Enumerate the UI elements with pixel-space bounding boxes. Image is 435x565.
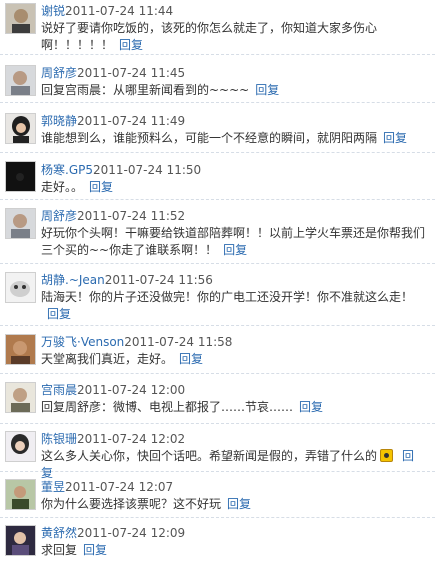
comment-list: 谢锐2011-07-24 11:44 说好了要请你吃饭的，该死的你怎么就走了，你… <box>0 0 435 565</box>
reply-link[interactable]: 回复 <box>383 131 407 145</box>
timestamp: 2011-07-24 12:07 <box>65 480 174 494</box>
username-link[interactable]: 郭晓静 <box>41 114 77 128</box>
username-link[interactable]: 万骏飞·Venson <box>41 335 124 349</box>
comment-item: 周舒彦2011-07-24 11:52 好玩你个头啊！干嘛要给铁道部陪葬啊！！以… <box>0 200 435 264</box>
comment-text: 求回复 <box>41 543 78 557</box>
comment-item: 万骏飞·Venson2011-07-24 11:58 天堂离我们真近，走好。 回复 <box>0 326 435 374</box>
username-link[interactable]: 杨寒.GP5 <box>41 163 93 177</box>
timestamp: 2011-07-24 12:09 <box>77 526 186 540</box>
reply-link[interactable]: 回复 <box>47 307 71 321</box>
avatar[interactable] <box>5 525 36 556</box>
avatar[interactable] <box>5 113 36 144</box>
comment-text: 谁能想到么，谁能预料么，可能一个不经意的瞬间，就阴阳两隔 <box>41 131 378 145</box>
username-link[interactable]: 胡静.~Jean <box>41 273 105 287</box>
comment-text: 天堂离我们真近，走好。 <box>41 352 174 366</box>
avatar[interactable] <box>5 208 36 239</box>
username-link[interactable]: 宫雨晨 <box>41 383 77 397</box>
comment-item: 周舒彦2011-07-24 11:45 回复宫雨晨：从哪里新闻看到的~~~~ 回复 <box>0 55 435 103</box>
comment-item: 宫雨晨2011-07-24 12:00 回复周舒彦：微博、电视上都报了……节哀…… <box>0 374 435 424</box>
avatar[interactable] <box>5 3 36 34</box>
comment-text: 你为什么要选择该票呢？这不好玩 <box>41 497 222 511</box>
reply-link[interactable]: 回复 <box>299 400 323 414</box>
timestamp: 2011-07-24 11:50 <box>93 163 202 177</box>
comment-text: 回复周舒彦：微博、电视上都报了……节哀…… <box>41 400 294 414</box>
timestamp: 2011-07-24 11:49 <box>77 114 186 128</box>
comment-item: 郭晓静2011-07-24 11:49 谁能想到么，谁能预料么，可能一个不经意的… <box>0 103 435 153</box>
timestamp: 2011-07-24 12:02 <box>77 432 186 446</box>
timestamp: 2011-07-24 11:44 <box>65 4 174 18</box>
reply-link[interactable]: 回复 <box>227 497 251 511</box>
comment-item: 杨寒.GP52011-07-24 11:50 走好。。 回复 <box>0 153 435 200</box>
comment-item: 陈银珊2011-07-24 12:02 这么多人关心你，快回个话吧。希望新闻是假… <box>0 424 435 480</box>
reply-link[interactable]: 回复 <box>89 180 113 194</box>
username-link[interactable]: 周舒彦 <box>41 209 77 223</box>
comment-item: 董昱2011-07-24 12:07 你为什么要选择该票呢？这不好玩 回复 <box>0 472 435 518</box>
crying-emoticon-icon <box>380 449 394 462</box>
comment-item: 胡静.~Jean2011-07-24 11:56 陆海天！你的片子还没做完！你的… <box>0 264 435 326</box>
comment-text: 走好。。 <box>41 180 84 194</box>
avatar[interactable] <box>5 272 36 303</box>
reply-link[interactable]: 回复 <box>119 38 143 52</box>
comment-text: 陆海天！你的片子还没做完！你的广电工还没开学！你不准就这么走！ <box>41 290 414 304</box>
avatar[interactable] <box>5 431 36 462</box>
username-link[interactable]: 陈银珊 <box>41 432 77 446</box>
avatar[interactable] <box>5 479 36 510</box>
timestamp: 2011-07-24 11:56 <box>104 273 213 287</box>
comment-text: 回复宫雨晨：从哪里新闻看到的~~~~ <box>41 83 250 97</box>
avatar[interactable] <box>5 334 36 365</box>
reply-link[interactable]: 回复 <box>223 243 247 257</box>
reply-link[interactable]: 回复 <box>255 83 279 97</box>
timestamp: 2011-07-24 11:45 <box>77 66 186 80</box>
reply-link[interactable]: 回复 <box>179 352 203 366</box>
avatar[interactable] <box>5 161 36 192</box>
username-link[interactable]: 黄舒然 <box>41 526 77 540</box>
username-link[interactable]: 谢锐 <box>41 4 65 18</box>
comment-text: 这么多人关心你，快回个话吧。希望新闻是假的，弄错了什么的 <box>41 449 378 463</box>
username-link[interactable]: 董昱 <box>41 480 65 494</box>
reply-link[interactable]: 回复 <box>83 543 107 557</box>
username-link[interactable]: 周舒彦 <box>41 66 77 80</box>
timestamp: 2011-07-24 11:58 <box>124 335 233 349</box>
timestamp: 2011-07-24 11:52 <box>77 209 186 223</box>
comment-text: 说好了要请你吃饭的，该死的你怎么就走了，你知道大家多伤心啊！！！！！ <box>41 21 378 52</box>
timestamp: 2011-07-24 12:00 <box>77 383 186 397</box>
comment-item: 黄舒然2011-07-24 12:09 求回复 回复 <box>0 518 435 565</box>
avatar[interactable] <box>5 65 36 96</box>
avatar[interactable] <box>5 382 36 413</box>
comment-item: 谢锐2011-07-24 11:44 说好了要请你吃饭的，该死的你怎么就走了，你… <box>0 0 435 55</box>
